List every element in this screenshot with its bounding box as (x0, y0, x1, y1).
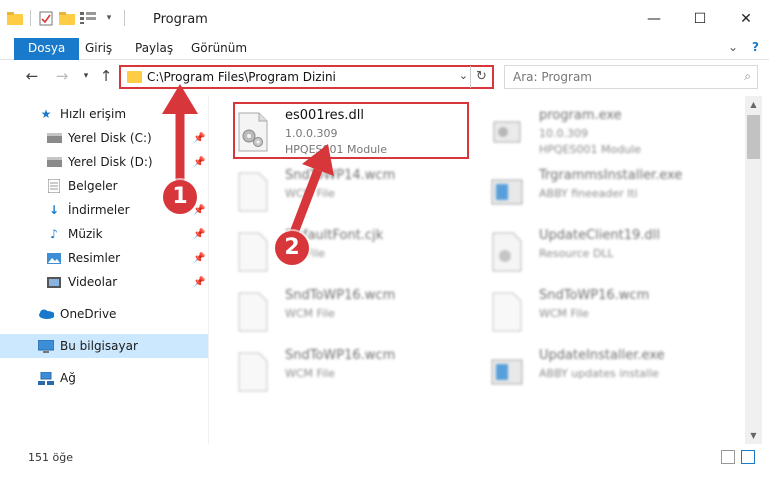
step-badge-2: 2 (275, 231, 309, 265)
arrow-to-address-bar (162, 84, 198, 188)
step-badge-1: 1 (163, 180, 197, 214)
arrow-to-file (287, 144, 334, 240)
annotation-arrows (162, 84, 334, 240)
